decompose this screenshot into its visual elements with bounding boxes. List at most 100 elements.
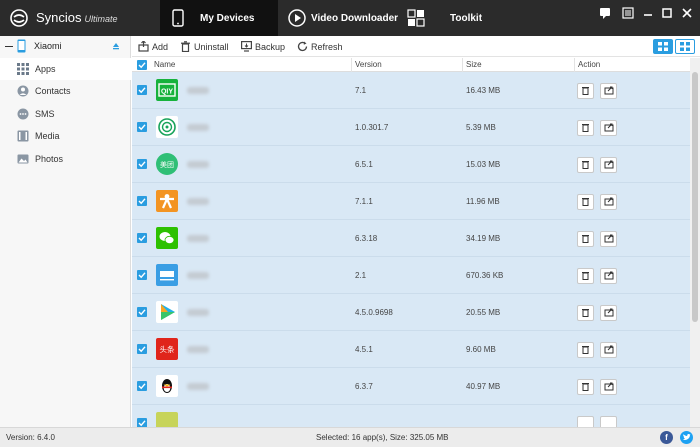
row-checkbox[interactable] <box>137 122 147 132</box>
trash-icon <box>582 235 589 243</box>
qq-penguin-app-icon <box>156 375 178 397</box>
uninstall-app-button[interactable] <box>577 83 594 99</box>
scrollbar[interactable] <box>690 58 700 427</box>
backup-button[interactable]: Backup <box>241 40 285 53</box>
tab-label: Video Downloader <box>311 12 399 24</box>
sidebar-item-apps[interactable]: Apps <box>0 58 131 80</box>
export-icon <box>604 345 614 354</box>
select-all-checkbox[interactable] <box>137 60 147 70</box>
export-app-button[interactable] <box>600 305 617 321</box>
sidebar-item-photos[interactable]: Photos <box>0 148 131 170</box>
sidebar-item-sms[interactable]: SMS <box>0 103 131 125</box>
row-checkbox[interactable] <box>137 270 147 280</box>
table-row[interactable]: 4.5.0.9698 20.55 MB <box>132 294 690 331</box>
row-checkbox[interactable] <box>137 159 147 169</box>
table-row[interactable]: 6.3.18 34.19 MB <box>132 220 690 257</box>
trash-icon <box>582 346 589 354</box>
tab-toolkit[interactable]: Toolkit <box>404 0 494 36</box>
device-selector[interactable]: Xiaomi <box>0 36 131 56</box>
check-icon <box>138 235 146 242</box>
screen-app-icon <box>156 264 178 286</box>
uninstall-app-button[interactable] <box>577 379 594 395</box>
sidebar-item-media[interactable]: Media <box>0 125 131 147</box>
version-text: Version: 6.4.0 <box>6 433 55 442</box>
close-icon[interactable] <box>680 6 694 20</box>
device-name: Xiaomi <box>34 41 62 51</box>
tab-video-downloader[interactable]: Video Downloader <box>285 0 403 36</box>
header-name[interactable]: Name <box>154 60 175 69</box>
collapse-dash-icon[interactable] <box>5 45 13 47</box>
header-version[interactable]: Version <box>355 60 382 69</box>
export-app-button[interactable] <box>600 157 617 173</box>
header-size[interactable]: Size <box>466 60 482 69</box>
app-size: 34.19 MB <box>466 234 501 243</box>
minimize-icon[interactable] <box>641 6 655 20</box>
row-checkbox[interactable] <box>137 233 147 243</box>
row-checkbox[interactable] <box>137 418 147 427</box>
table-row[interactable]: 美团 6.5.1 15.03 MB <box>132 146 690 183</box>
export-app-button[interactable] <box>600 416 617 427</box>
uninstall-app-button[interactable] <box>577 305 594 321</box>
menu-icon[interactable] <box>621 6 635 20</box>
refresh-button[interactable]: Refresh <box>297 40 343 53</box>
export-icon <box>604 382 614 391</box>
trash-icon <box>582 124 589 132</box>
table-row[interactable]: 1.0.301.7 5.39 MB <box>132 109 690 146</box>
table-row[interactable] <box>132 405 690 427</box>
export-icon <box>604 123 614 132</box>
export-app-button[interactable] <box>600 83 617 99</box>
facebook-icon[interactable]: f <box>660 431 673 444</box>
export-icon <box>604 160 614 169</box>
row-checkbox[interactable] <box>137 344 147 354</box>
add-button[interactable]: Add <box>138 40 168 53</box>
table-row[interactable]: QIY 7.1 16.43 MB <box>132 72 690 109</box>
export-app-button[interactable] <box>600 194 617 210</box>
table-row[interactable]: 6.3.7 40.97 MB <box>132 368 690 405</box>
row-checkbox[interactable] <box>137 196 147 206</box>
export-app-button[interactable] <box>600 231 617 247</box>
sidebar-item-label: Photos <box>35 154 64 164</box>
app-icon <box>156 412 178 427</box>
table-row[interactable]: 7.1.1 11.96 MB <box>132 183 690 220</box>
app-size: 5.39 MB <box>466 123 496 132</box>
grid-view-button[interactable] <box>653 39 673 54</box>
uninstall-app-button[interactable] <box>577 342 594 358</box>
export-app-button[interactable] <box>600 342 617 358</box>
export-icon <box>604 308 614 317</box>
eject-icon[interactable] <box>112 42 120 50</box>
export-app-button[interactable] <box>600 379 617 395</box>
row-checkbox[interactable] <box>137 307 147 317</box>
sidebar-item-contacts[interactable]: Contacts <box>0 80 131 102</box>
maximize-icon[interactable] <box>660 6 674 20</box>
title-bar: Syncios Ultimate My Devices Video Downloa… <box>0 0 700 36</box>
apps-grid-icon <box>17 63 29 75</box>
check-icon <box>138 346 146 353</box>
syncios-logo-icon <box>10 9 28 27</box>
uninstall-app-button[interactable] <box>577 231 594 247</box>
export-app-button[interactable] <box>600 268 617 284</box>
tab-my-devices[interactable]: My Devices <box>160 0 278 36</box>
header-action: Action <box>578 60 601 69</box>
sidebar-item-label: Contacts <box>35 86 71 96</box>
export-app-button[interactable] <box>600 120 617 136</box>
list-view-button[interactable] <box>675 39 695 54</box>
message-icon[interactable] <box>598 6 612 20</box>
uninstall-app-button[interactable] <box>577 416 594 427</box>
uninstall-button[interactable]: Uninstall <box>180 40 229 53</box>
uninstall-app-button[interactable] <box>577 157 594 173</box>
scroll-thumb[interactable] <box>692 72 698 322</box>
uninstall-app-button[interactable] <box>577 268 594 284</box>
uninstall-app-button[interactable] <box>577 194 594 210</box>
table-header: Name Version Size Action <box>132 58 690 72</box>
row-checkbox[interactable] <box>137 85 147 95</box>
app-title: Syncios Ultimate <box>36 10 118 25</box>
uninstall-app-button[interactable] <box>577 120 594 136</box>
check-icon <box>138 87 146 94</box>
row-checkbox[interactable] <box>137 381 147 391</box>
table-row[interactable]: 2.1 670.36 KB <box>132 257 690 294</box>
twitter-icon[interactable] <box>680 431 693 444</box>
app-name-blurred <box>187 383 209 390</box>
table-row[interactable]: 头条 4.5.1 9.60 MB <box>132 331 690 368</box>
app-name-blurred <box>187 235 209 242</box>
contacts-icon <box>17 85 29 97</box>
